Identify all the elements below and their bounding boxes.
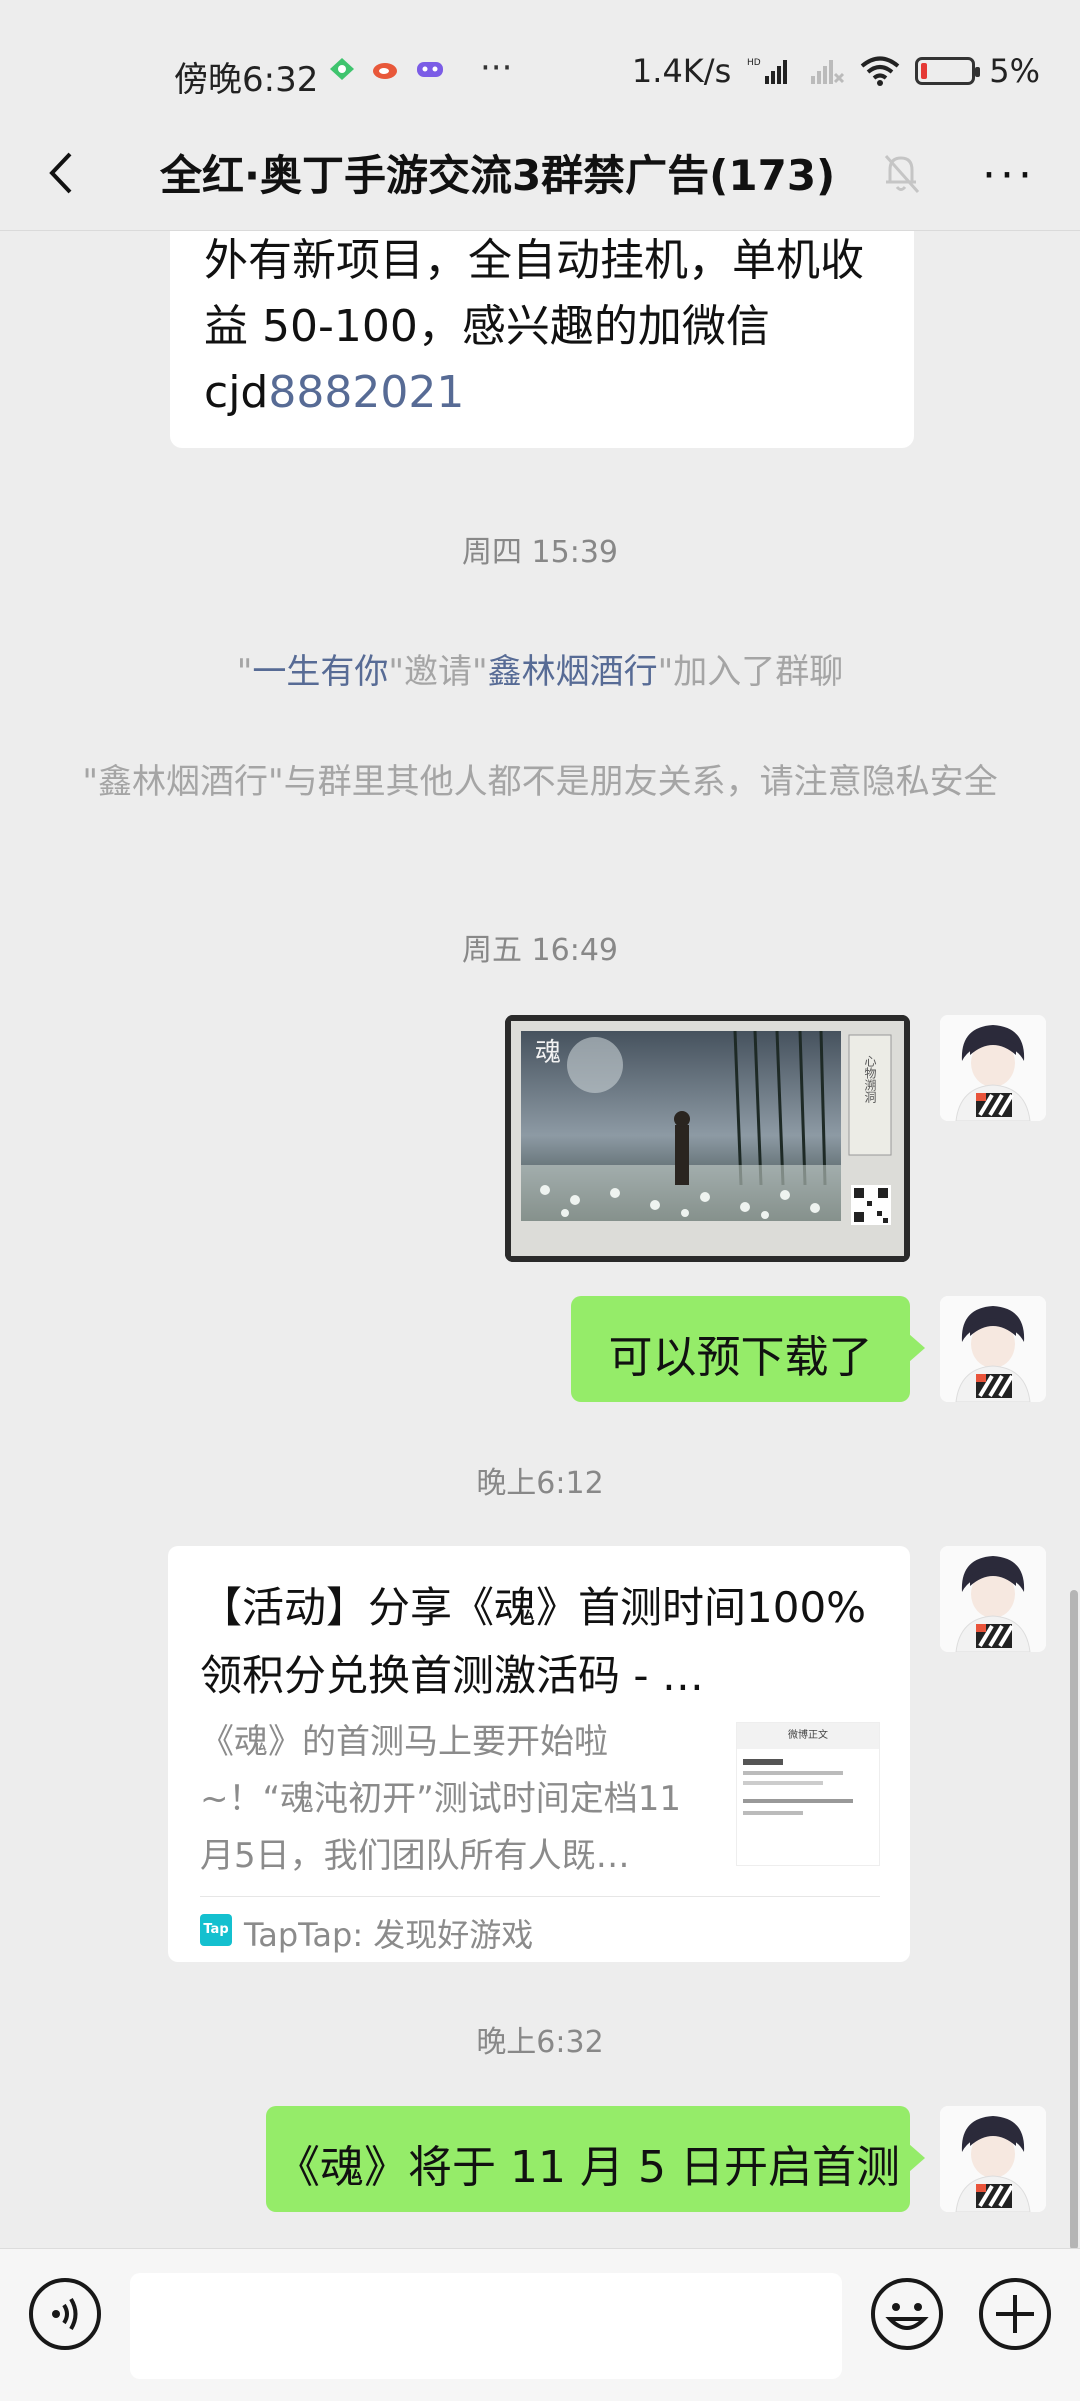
message-text: 《魂》将于 11 月 5 日开启首测 (276, 2142, 900, 2193)
bubble-tail (909, 1334, 925, 1362)
status-right: 1.4K/s HD 5% (632, 52, 1040, 90)
link-card-thumbnail: 微博正文 (736, 1722, 880, 1866)
notice-text: " (236, 652, 253, 692)
message-bubble-test-date[interactable]: 《魂》将于 11 月 5 日开启首测 (266, 2106, 910, 2212)
muted-bell-icon (884, 155, 920, 193)
message-text-prefix: cjd (204, 367, 269, 418)
inviter-link[interactable]: 一生有你 (252, 652, 388, 692)
invitee-link[interactable]: 鑫林烟酒行 (488, 652, 658, 692)
svg-text:HD: HD (747, 58, 761, 68)
image-message[interactable]: 魂 心物溯洞 (505, 1015, 910, 1262)
message-line: 外有新项目，全自动挂机，单机收 (204, 235, 864, 286)
my-avatar[interactable] (940, 2106, 1046, 2212)
thumbnail-line (743, 1799, 853, 1803)
timestamp: 晚上6:12 (476, 1466, 604, 1501)
link-card-message[interactable]: 【活动】分享《魂》首测时间100%领积分兑换首测激活码 - … 《魂》的首测马上… (168, 1546, 910, 1962)
message-line: 益 50-100，感兴趣的加微信 (204, 301, 770, 352)
my-avatar[interactable] (940, 1546, 1046, 1652)
poster-logo: 魂 (535, 1038, 561, 1068)
link-card-title: 【活动】分享《魂》首测时间100%领积分兑换首测激活码 - … (200, 1583, 867, 1700)
anime-avatar-image (940, 1015, 1046, 1121)
thumbnail-line (743, 1781, 823, 1785)
weibo-app-icon (373, 63, 397, 79)
notice-text: "邀请" (388, 652, 488, 692)
anime-avatar-image (940, 2106, 1046, 2212)
back-arrow-icon[interactable] (38, 148, 88, 198)
link-card-description: 《魂》的首测马上要开始啦~！“魂沌初开”测试时间定档11月5日，我们团队所有人既… (200, 1722, 681, 1876)
input-bar (0, 2248, 1080, 2401)
battery-level: 5% (989, 52, 1040, 90)
status-time: 傍晚6:32 (174, 60, 319, 100)
notice-text: "加入了群聊 (657, 652, 844, 692)
anime-avatar-image (940, 1546, 1046, 1652)
location-app-icon (330, 58, 354, 80)
my-avatar[interactable] (940, 1296, 1046, 1402)
more-notifications-icon: ··· (480, 48, 513, 88)
anime-avatar-image (940, 1296, 1046, 1402)
signal-hd-icon: HD (747, 58, 788, 84)
message-input[interactable] (130, 2273, 842, 2379)
game-app-icon (417, 62, 443, 77)
signal-empty-icon (811, 60, 845, 84)
wifi-icon (860, 56, 900, 86)
taptap-icon: Tap (200, 1914, 232, 1946)
poster-side-text: 心物溯洞 (863, 1055, 877, 1103)
add-more-icon[interactable] (976, 2275, 1054, 2353)
thumbnail-line (743, 1771, 843, 1775)
timestamp: 周四 15:39 (462, 535, 618, 570)
chat-header: 全红·奥丁手游交流3群禁广告(173) ··· (0, 120, 1080, 231)
game-poster-image: 魂 心物溯洞 (505, 1015, 910, 1262)
message-bubble-download[interactable]: 可以预下载了 (571, 1296, 910, 1402)
divider (200, 1896, 880, 1897)
network-speed: 1.4K/s (631, 52, 732, 90)
chat-title: 全红·奥丁手游交流3群禁广告(173) (160, 151, 836, 200)
voice-input-icon[interactable] (26, 2275, 104, 2353)
thumbnail-line (743, 1811, 803, 1815)
message-line: cjd8882021 (204, 360, 864, 426)
thumbnail-header: 微博正文 (737, 1723, 879, 1749)
thumbnail-line (743, 1759, 783, 1765)
my-avatar[interactable] (940, 1015, 1046, 1121)
link-card-source: TapTap: 发现好游戏 (244, 1916, 534, 1954)
timestamp: 晚上6:32 (476, 2025, 604, 2060)
bubble-tail (909, 2144, 925, 2172)
message-text: 外有新项目，全自动挂机，单机收 益 50-100，感兴趣的加微信 cjd8882… (204, 228, 864, 426)
more-options-icon[interactable]: ··· (982, 150, 1036, 201)
emoji-icon[interactable] (868, 2275, 946, 2353)
battery-icon (915, 57, 981, 85)
system-invite-notice: "一生有你"邀请"鑫林烟酒行"加入了群聊 (60, 645, 1020, 699)
chat-scrollbar[interactable] (1070, 1590, 1078, 2250)
message-text: 可以预下载了 (608, 1332, 873, 1383)
status-bar: 傍晚6:32 ··· 1.4K/s HD 5% (0, 0, 1080, 140)
phone-number-link[interactable]: 8882021 (268, 367, 464, 418)
timestamp: 周五 16:49 (462, 933, 618, 968)
system-privacy-notice: "鑫林烟酒行"与群里其他人都不是朋友关系，请注意隐私安全 (82, 762, 998, 802)
